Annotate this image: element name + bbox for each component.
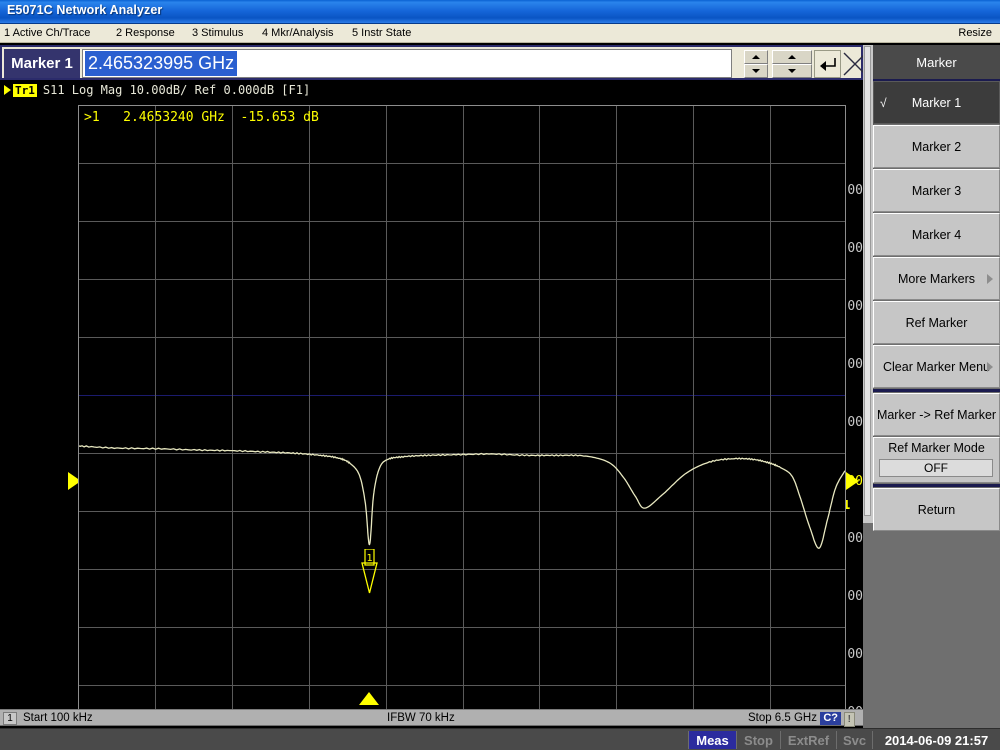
softkey-separator-1 bbox=[873, 389, 1000, 392]
ref-marker-mode-value[interactable]: OFF bbox=[879, 459, 993, 477]
softkey-clear-marker-menu[interactable]: Clear Marker Menu bbox=[873, 345, 1000, 388]
menu-item-active-ch-trace[interactable]: 1 Active Ch/Trace bbox=[4, 27, 90, 39]
softkey-marker-to-ref-marker[interactable]: Marker -> Ref Marker bbox=[873, 393, 1000, 436]
spinner-large-up[interactable] bbox=[772, 50, 812, 64]
graph-area[interactable]: Tr1 S11 Log Mag 10.00dB/ Ref 0.000dB [F1… bbox=[0, 80, 863, 709]
softkey-label: Marker 3 bbox=[911, 183, 962, 198]
softkey-label: Return bbox=[917, 502, 956, 517]
active-trace-arrow-icon bbox=[4, 85, 11, 95]
ifbw-label[interactable]: IFBW 70 kHz bbox=[387, 712, 455, 724]
taskbar-extref-indicator[interactable]: ExtRef bbox=[780, 731, 836, 749]
menu-item-mkr-analysis[interactable]: 4 Mkr/Analysis bbox=[262, 27, 334, 39]
svg-text:1: 1 bbox=[367, 553, 373, 564]
softkey-menu-title: Marker bbox=[873, 45, 1000, 81]
menu-item-response[interactable]: 2 Response bbox=[116, 27, 175, 39]
softkey-label: Marker 4 bbox=[911, 227, 962, 242]
softkey-marker-4[interactable]: Marker 4 bbox=[873, 213, 1000, 256]
spinner-small-down[interactable] bbox=[744, 64, 768, 78]
menu-item-stimulus[interactable]: 3 Stimulus bbox=[192, 27, 243, 39]
trace-badge: Tr1 bbox=[13, 83, 37, 97]
start-frequency-label[interactable]: Start 100 kHz bbox=[23, 712, 93, 724]
warning-badge[interactable]: ! bbox=[843, 712, 855, 727]
s11-trace bbox=[79, 445, 845, 549]
resize-label[interactable]: Resize bbox=[958, 27, 992, 39]
taskbar-clock: 2014-06-09 21:57 bbox=[872, 731, 1000, 749]
plot-grid[interactable]: 1 bbox=[78, 105, 846, 709]
enter-arrow-icon[interactable] bbox=[814, 50, 841, 78]
enter-arrow-glyph bbox=[819, 58, 836, 71]
entry-parameter-label: Marker 1 bbox=[4, 49, 80, 78]
softkey-panel: Marker √ Marker 1 Marker 2 Marker 3 Mark… bbox=[863, 45, 1000, 728]
marker-1-glyph[interactable]: 1 bbox=[359, 548, 381, 597]
menu-item-instr-state[interactable]: 5 Instr State bbox=[352, 27, 411, 39]
softkey-label: Marker -> Ref Marker bbox=[876, 407, 997, 422]
menubar: 1 Active Ch/Trace 2 Response 3 Stimulus … bbox=[0, 24, 1000, 43]
stop-frequency-label[interactable]: Stop 6.5 GHz bbox=[748, 712, 817, 724]
taskbar: Meas Stop ExtRef Svc 2014-06-09 21:57 bbox=[0, 728, 1000, 750]
value-entry-bar: Marker 1 2.465323995 GHz bbox=[0, 45, 866, 80]
softkey-label: More Markers bbox=[897, 271, 976, 286]
spinner-small-up[interactable] bbox=[744, 50, 768, 64]
softkey-marker-3[interactable]: Marker 3 bbox=[873, 169, 1000, 212]
stimulus-status-bar: 1 Start 100 kHz IFBW 70 kHz Stop 6.5 GHz… bbox=[0, 709, 863, 727]
cal-status-badge[interactable]: C? bbox=[820, 712, 841, 725]
check-icon: √ bbox=[880, 95, 887, 110]
softkey-return[interactable]: Return bbox=[873, 488, 1000, 531]
softkey-label: Clear Marker Menu bbox=[883, 359, 990, 374]
softkey-label: Marker 1 bbox=[911, 95, 962, 110]
taskbar-stop-indicator[interactable]: Stop bbox=[736, 731, 780, 749]
taskbar-meas-indicator[interactable]: Meas bbox=[688, 731, 736, 749]
softkey-label: Ref Marker Mode bbox=[888, 441, 985, 455]
trace-format-text: S11 Log Mag 10.00dB/ Ref 0.000dB [F1] bbox=[42, 83, 311, 97]
window-title: E5071C Network Analyzer bbox=[7, 3, 163, 17]
spinner-large[interactable] bbox=[772, 50, 812, 78]
marker-value-text: 2.465323995 GHz bbox=[85, 51, 238, 76]
window-titlebar: E5071C Network Analyzer bbox=[0, 0, 1000, 24]
spinner-small[interactable] bbox=[744, 50, 768, 78]
taskbar-svc-indicator[interactable]: Svc bbox=[836, 731, 872, 749]
right-reference-pointer-icon bbox=[846, 472, 859, 490]
softkey-separator-2 bbox=[873, 484, 1000, 487]
softkey-scroll-thumb[interactable] bbox=[864, 46, 871, 516]
marker-x-position-icon bbox=[358, 692, 379, 705]
softkey-more-markers[interactable]: More Markers bbox=[873, 257, 1000, 300]
chevron-right-icon bbox=[987, 273, 993, 284]
spinner-large-down[interactable] bbox=[772, 64, 812, 78]
softkey-ref-marker[interactable]: Ref Marker bbox=[873, 301, 1000, 344]
softkey-label: Marker 2 bbox=[911, 139, 962, 154]
trace-header[interactable]: Tr1 S11 Log Mag 10.00dB/ Ref 0.000dB [F1… bbox=[4, 83, 310, 97]
marker-readout: >1 2.4653240 GHz -15.653 dB bbox=[84, 110, 319, 125]
softkey-marker-1[interactable]: √ Marker 1 bbox=[873, 81, 1000, 124]
softkey-marker-2[interactable]: Marker 2 bbox=[873, 125, 1000, 168]
chevron-right-icon bbox=[987, 361, 993, 372]
channel-number: 1 bbox=[3, 712, 17, 725]
softkey-label: Ref Marker bbox=[905, 315, 968, 330]
marker-value-input[interactable]: 2.465323995 GHz bbox=[82, 49, 732, 78]
